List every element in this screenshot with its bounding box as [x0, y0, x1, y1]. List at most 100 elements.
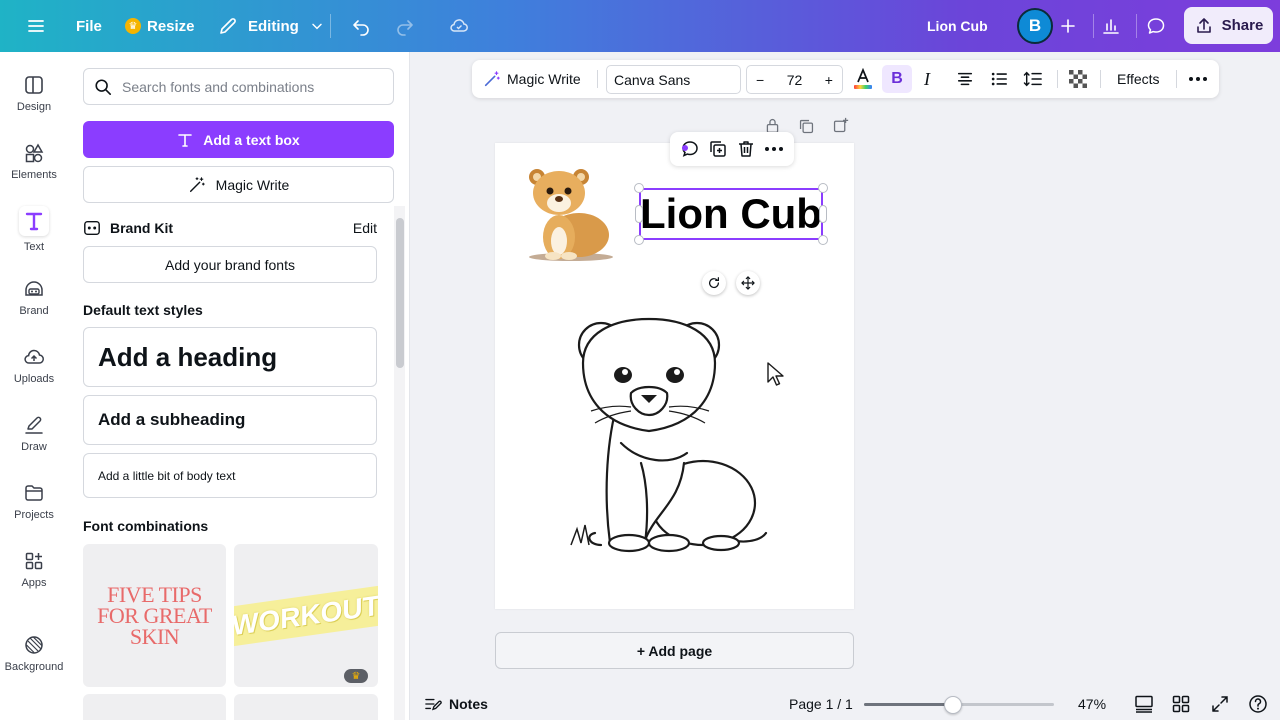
- zoom-slider-knob[interactable]: [944, 696, 962, 714]
- invite-button[interactable]: [1058, 0, 1078, 52]
- zoom-level[interactable]: 47%: [1078, 688, 1106, 720]
- magic-write-button[interactable]: Magic Write: [83, 166, 394, 203]
- more-horizontal-icon[interactable]: [764, 146, 784, 152]
- pages-view-icon: [1135, 695, 1153, 713]
- transparency-button[interactable]: [1068, 60, 1088, 98]
- resize-handle-right[interactable]: [819, 205, 827, 223]
- resize-button[interactable]: ♛ Resize: [125, 0, 195, 52]
- rail-item-uploads[interactable]: Uploads: [0, 346, 68, 385]
- rail-item-elements[interactable]: Elements: [0, 142, 68, 181]
- increase-size-button[interactable]: +: [825, 72, 833, 88]
- help-button[interactable]: [1248, 688, 1268, 720]
- duplicate-page-button[interactable]: [798, 118, 815, 135]
- font-combination-card[interactable]: FIVE TIPS FOR GREAT SKIN: [83, 544, 226, 687]
- list-button[interactable]: [990, 60, 1008, 98]
- text-icon: [25, 212, 43, 231]
- align-center-icon: [957, 72, 973, 86]
- bold-button[interactable]: B: [882, 65, 912, 93]
- font-combination-card[interactable]: [83, 694, 226, 720]
- rail-item-projects[interactable]: Projects: [0, 482, 68, 521]
- text-color-button[interactable]: [853, 60, 873, 98]
- resize-handle-bottom-right[interactable]: [818, 235, 828, 245]
- draw-icon: [25, 416, 43, 434]
- share-button[interactable]: Share: [1184, 7, 1273, 44]
- add-subheading-card[interactable]: Add a subheading: [83, 395, 377, 445]
- move-button[interactable]: [736, 271, 760, 295]
- add-page-icon: [833, 117, 849, 133]
- resize-handle-left[interactable]: [635, 205, 643, 223]
- crown-icon: ♛: [344, 669, 368, 683]
- grid-view-button[interactable]: [1172, 688, 1190, 720]
- page-indicator[interactable]: Page 1 / 1: [789, 688, 853, 720]
- file-menu[interactable]: File: [76, 0, 102, 52]
- resize-handle-top-left[interactable]: [634, 183, 644, 193]
- add-page-button[interactable]: + Add page: [495, 632, 854, 669]
- resize-handle-bottom-left[interactable]: [634, 235, 644, 245]
- comment-add-icon[interactable]: [680, 139, 700, 159]
- divider: [1176, 70, 1177, 88]
- combo-text: FIVE TIPS FOR GREAT SKIN: [97, 582, 212, 649]
- rail-item-draw[interactable]: Draw: [0, 414, 68, 453]
- avatar[interactable]: B: [1017, 8, 1053, 44]
- undo-button[interactable]: [351, 0, 371, 52]
- font-combination-card[interactable]: [234, 694, 378, 720]
- combo-text: WORKOUT: [234, 583, 378, 648]
- add-text-box-button[interactable]: Add a text box: [83, 121, 394, 158]
- magic-write-tool[interactable]: Magic Write: [483, 60, 581, 98]
- brand-icon: [25, 281, 43, 296]
- font-family-dropdown[interactable]: Canva Sans: [606, 65, 741, 94]
- grid-view-icon: [1172, 695, 1190, 713]
- element-floating-toolbar: [670, 132, 794, 166]
- redo-button[interactable]: [395, 0, 415, 52]
- more-options-button[interactable]: [1188, 60, 1208, 98]
- font-combination-card[interactable]: WORKOUT ♛: [234, 544, 378, 687]
- notes-button[interactable]: Notes: [424, 688, 488, 720]
- comments-button[interactable]: [1146, 0, 1166, 52]
- font-size-stepper[interactable]: − 72 +: [746, 65, 843, 94]
- rail-item-apps[interactable]: Apps: [0, 550, 68, 589]
- lion-cub-line-art-image[interactable]: [561, 313, 791, 553]
- menu-button[interactable]: [26, 0, 46, 52]
- font-size-value[interactable]: 72: [787, 72, 803, 88]
- divider: [1093, 14, 1094, 38]
- add-body-text-card[interactable]: Add a little bit of body text: [83, 453, 377, 498]
- resize-handle-top-right[interactable]: [818, 183, 828, 193]
- decrease-size-button[interactable]: −: [756, 72, 764, 88]
- scrollbar-thumb[interactable]: [396, 218, 404, 368]
- trash-icon[interactable]: [736, 139, 756, 159]
- lion-cub-color-image[interactable]: [523, 163, 615, 263]
- cloud-check-icon: [450, 19, 468, 32]
- effects-button[interactable]: Effects: [1117, 60, 1160, 98]
- font-search-field[interactable]: Search fonts and combinations: [83, 68, 394, 105]
- search-placeholder: Search fonts and combinations: [122, 78, 315, 95]
- more-horizontal-icon: [1189, 77, 1207, 81]
- italic-button[interactable]: I: [924, 60, 930, 98]
- add-brand-fonts-button[interactable]: Add your brand fonts: [83, 246, 377, 283]
- rail-item-text[interactable]: Text: [0, 206, 68, 253]
- brand-kit-edit-link[interactable]: Edit: [353, 220, 377, 236]
- align-button[interactable]: [956, 60, 974, 98]
- projects-icon: [25, 485, 43, 501]
- magic-wand-icon: [484, 71, 500, 87]
- rotate-button[interactable]: [702, 271, 726, 295]
- rail-item-background[interactable]: Background: [0, 634, 68, 673]
- spacing-button[interactable]: [1023, 60, 1043, 98]
- rail-item-brand[interactable]: Brand: [0, 278, 68, 317]
- panel-scrollbar[interactable]: [394, 206, 405, 720]
- help-icon: [1249, 695, 1267, 713]
- add-page-icon-button[interactable]: [832, 117, 849, 134]
- fullscreen-button[interactable]: [1211, 688, 1229, 720]
- add-heading-card[interactable]: Add a heading: [83, 327, 377, 387]
- save-status-button[interactable]: [449, 0, 469, 52]
- insights-button[interactable]: [1101, 0, 1121, 52]
- rail-item-design[interactable]: Design: [0, 74, 68, 113]
- page-view-button[interactable]: [1134, 688, 1154, 720]
- zoom-slider[interactable]: [864, 696, 1054, 714]
- document-title[interactable]: Lion Cub: [927, 0, 988, 52]
- editing-mode-dropdown[interactable]: Editing: [218, 0, 325, 52]
- apps-icon: [25, 552, 43, 570]
- top-bar: File ♛ Resize Editing Lion Cub B Share: [0, 0, 1280, 52]
- duplicate-icon[interactable]: [708, 139, 728, 159]
- fullscreen-icon: [1212, 696, 1228, 712]
- comment-icon: [1147, 18, 1165, 34]
